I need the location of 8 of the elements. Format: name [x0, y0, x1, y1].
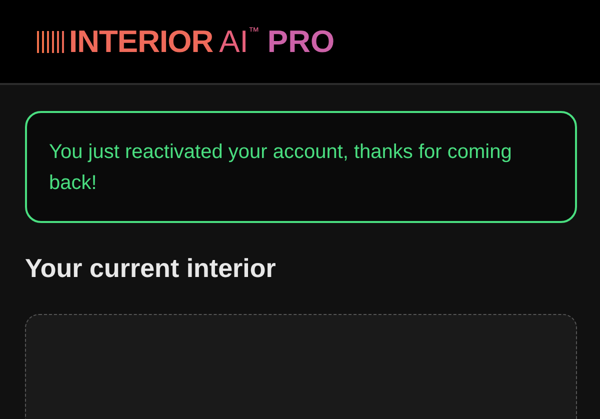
stripes-icon	[37, 30, 67, 52]
section-heading: Your current interior	[25, 253, 277, 284]
success-alert: You just reactivated your account, thanks for coming back!	[25, 111, 577, 223]
logo-text: AI	[219, 24, 248, 60]
pro-label: PRO	[267, 24, 335, 60]
logo-text: INTERIOR	[69, 24, 214, 60]
upload-dropzone[interactable]	[25, 314, 577, 419]
trademark-mark: ™	[248, 26, 260, 38]
